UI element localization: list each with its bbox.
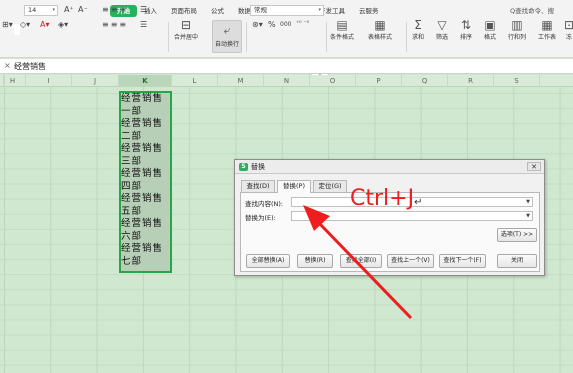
column-header[interactable]: I — [26, 75, 72, 87]
cell[interactable]: 经营销售 — [121, 218, 170, 231]
find-previous-button[interactable]: 查找上一个(V) — [387, 254, 434, 268]
borders-icon[interactable]: ⊞▾ — [2, 20, 13, 29]
grow-font-button[interactable]: A⁺ — [64, 5, 74, 14]
cell[interactable]: 六部 — [121, 231, 170, 244]
align-left-icons[interactable]: ≡≡≡ — [102, 20, 128, 29]
decimal-icons[interactable]: ⁺⁰ ⁻⁰ — [296, 20, 309, 27]
indent-icon[interactable]: ☰ — [140, 5, 147, 14]
cell[interactable]: 五部 — [121, 206, 170, 219]
replace-all-button[interactable]: 全部替换(A) — [246, 254, 290, 268]
close-icon[interactable]: ✕ — [527, 162, 541, 171]
cell[interactable]: 一部 — [121, 106, 170, 119]
find-all-button[interactable]: 查找全部(I) — [340, 254, 382, 268]
thousands-button[interactable]: 000 — [280, 21, 291, 28]
column-headers: H I J K L M N O P Q R S — [0, 75, 573, 87]
cell[interactable]: 三部 — [121, 156, 170, 169]
cell[interactable]: 四部 — [121, 181, 170, 194]
cell[interactable]: 二部 — [121, 131, 170, 144]
column-header[interactable]: S — [494, 75, 540, 87]
conditional-format-button[interactable]: ▤ 条件格式 — [330, 18, 354, 41]
replace-label: 替换为(E): — [245, 214, 276, 222]
cell[interactable]: 经营销售 — [121, 118, 170, 131]
worksheet-button[interactable]: ▦ 工作表 — [538, 18, 556, 41]
column-header[interactable]: R — [448, 75, 494, 87]
ribbon: 开始 插入 页面布局 公式 数据 审阅 视图 开发工具 云服务 Q查找命令、搜 … — [0, 0, 573, 58]
freeze-icon: ⊡ — [564, 18, 573, 32]
options-button[interactable]: 选项(T) >> — [497, 228, 537, 242]
fill-color-icon[interactable]: ◇▾ — [20, 20, 30, 29]
dialog-titlebar[interactable]: S 替换 ✕ — [235, 160, 544, 174]
wrap-icon: ⤶ — [223, 23, 231, 37]
dialog-title: 替换 — [251, 163, 265, 171]
cell[interactable]: 七部 — [121, 256, 170, 269]
row-col-button[interactable]: ▥ 行和列 — [508, 18, 526, 41]
format-button[interactable]: ▣ 格式 — [484, 18, 496, 41]
filter-icon: ▽ — [437, 18, 447, 32]
cell[interactable]: 经营销售 — [121, 193, 170, 206]
freeze-button[interactable]: ⊡ 冻 — [564, 18, 573, 41]
find-next-button[interactable]: 查找下一个(F) — [439, 254, 486, 268]
table-style-icon: ▦ — [374, 18, 386, 32]
find-label: 查找内容(N): — [245, 200, 284, 208]
replace-dialog: S 替换 ✕ 查找(D) 替换(P) 定位(G) 查找内容(N): ▼ 替换为(… — [234, 159, 545, 276]
column-header[interactable]: N — [264, 75, 310, 87]
currency-icon[interactable]: ⊛▾ — [252, 20, 263, 29]
sum-button[interactable]: Σ 求和 — [412, 18, 424, 41]
filter-button[interactable]: ▽ 筛选 — [436, 18, 448, 41]
close-button[interactable]: 关闭 — [497, 254, 537, 268]
column-header[interactable]: Q — [402, 75, 448, 87]
replace-button[interactable]: 替换(R) — [297, 254, 333, 268]
tab-cloud[interactable]: 云服务 — [352, 5, 386, 17]
formula-input[interactable]: 经营销售 — [14, 61, 46, 72]
sigma-icon: Σ — [414, 18, 422, 32]
column-header[interactable]: L — [172, 75, 218, 87]
column-header[interactable]: H — [0, 75, 26, 87]
cell[interactable]: 经营销售 — [121, 143, 170, 156]
sort-button[interactable]: ⇅ 排序 — [460, 18, 472, 41]
worksheet-icon: ▦ — [541, 18, 553, 32]
tab-find[interactable]: 查找(D) — [241, 180, 275, 192]
replace-input[interactable]: ▼ — [291, 211, 533, 221]
column-header[interactable]: P — [356, 75, 402, 87]
cell[interactable]: 经营销售 — [121, 93, 170, 106]
merge-center-button[interactable]: ⊟ 合并居中 — [174, 18, 198, 41]
shrink-font-button[interactable]: A⁻ — [78, 5, 88, 14]
tab-page-layout[interactable]: 页面布局 — [164, 5, 204, 17]
formula-bar: × 经营销售 ▾ — [0, 59, 573, 80]
font-color-icon[interactable]: A▾ — [40, 20, 50, 29]
row-col-icon: ▥ — [511, 18, 523, 32]
command-search[interactable]: Q查找命令、搜 — [510, 5, 554, 15]
cell[interactable]: 经营销售 — [121, 243, 170, 256]
cancel-icon[interactable]: × — [4, 61, 11, 70]
tab-replace[interactable]: 替换(P) — [277, 180, 311, 193]
clear-format-icon[interactable]: ◈▾ — [58, 20, 68, 29]
align-top-icons[interactable]: ≡≡≡ — [102, 5, 128, 14]
conditional-format-icon: ▤ — [336, 18, 348, 32]
font-size-select[interactable]: 14 ▾ — [24, 5, 58, 16]
percent-button[interactable]: % — [268, 20, 276, 29]
chevron-down-icon[interactable]: ▼ — [526, 213, 530, 219]
app-logo-icon: S — [239, 163, 248, 171]
column-header[interactable]: O — [310, 75, 356, 87]
merge-icon: ⊟ — [180, 18, 192, 32]
tab-goto[interactable]: 定位(G) — [313, 180, 347, 192]
shortcut-annotation: Ctrl+J↵ — [350, 186, 423, 211]
table-style-button[interactable]: ▦ 表格样式 — [368, 18, 392, 41]
toolbar: ⊞▾ ◇▾ 14 ▾ A⁺ A⁻ A▾ ◈▾ ≡≡≡ ≡≡≡ ☰ ☰ ⊟ 合并居中… — [0, 5, 573, 56]
ribbon-tabs: 开始 插入 页面布局 公式 数据 审阅 视图 开发工具 云服务 — [110, 5, 386, 17]
cell[interactable]: 经营销售 — [121, 168, 170, 181]
distribute-icon[interactable]: ☰ — [140, 20, 147, 29]
column-header[interactable]: M — [218, 75, 264, 87]
column-header[interactable]: J — [72, 75, 119, 87]
tab-formulas[interactable]: 公式 — [204, 5, 231, 17]
format-icon: ▣ — [484, 18, 496, 32]
chevron-down-icon[interactable]: ▼ — [526, 199, 530, 205]
sort-icon: ⇅ — [460, 18, 472, 32]
wrap-text-button[interactable]: ⤶ 自动换行 — [212, 20, 242, 53]
number-format-select[interactable]: 常规 ▾ — [250, 5, 324, 16]
column-header-selected[interactable]: K — [119, 75, 172, 87]
